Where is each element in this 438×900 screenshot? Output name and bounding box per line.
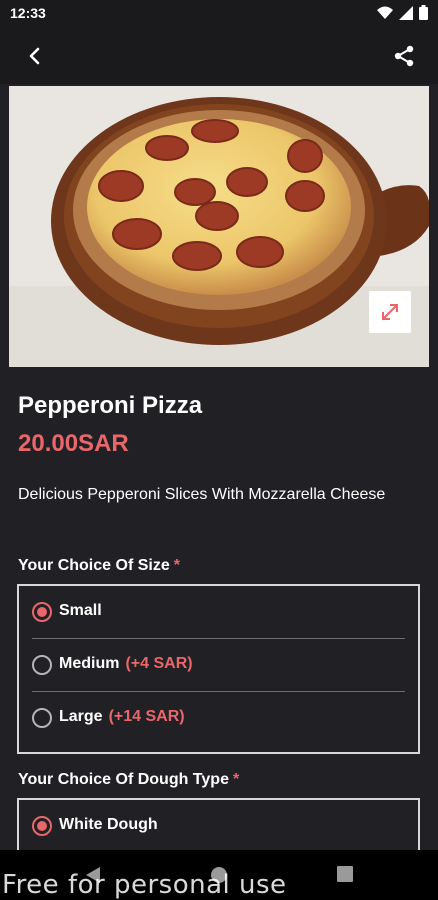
option-extra-price: (+14 SAR): [108, 708, 185, 725]
option-label: Medium (+4 SAR): [59, 655, 193, 672]
share-button[interactable]: [390, 42, 418, 70]
expand-icon: [382, 304, 398, 320]
pizza-illustration: [9, 86, 429, 367]
watermark-text: Free for personal use: [2, 870, 287, 900]
product-price: 20.00SAR: [18, 430, 129, 457]
radio-unselected-icon: [32, 655, 52, 675]
size-option-small[interactable]: Small: [19, 586, 418, 638]
option-extra-price: (+4 SAR): [125, 655, 193, 672]
option-label: Large (+14 SAR): [59, 708, 185, 725]
required-mark: *: [173, 557, 180, 574]
product-image: [9, 86, 429, 367]
chevron-left-icon: [29, 47, 40, 65]
size-options: Small Medium (+4 SAR) Large (+14 SAR): [17, 584, 420, 754]
expand-image-button[interactable]: [369, 291, 411, 333]
size-group-title: Your Choice Of Size: [18, 557, 170, 574]
status-time: 12:33: [10, 5, 46, 21]
size-group-label: Your Choice Of Size *: [18, 557, 180, 575]
radio-selected-icon: [32, 602, 52, 622]
option-label: Small: [59, 602, 102, 619]
wifi-icon: [377, 6, 393, 19]
nav-recents-icon[interactable]: [337, 866, 353, 882]
share-icon: [394, 45, 414, 67]
battery-icon: [419, 5, 428, 20]
radio-unselected-icon: [32, 708, 52, 728]
product-title: Pepperoni Pizza: [18, 392, 203, 419]
size-option-large[interactable]: Large (+14 SAR): [19, 692, 418, 744]
app-bar: [0, 28, 438, 84]
size-option-medium[interactable]: Medium (+4 SAR): [19, 639, 418, 691]
status-bar: 12:33: [0, 0, 438, 28]
radio-selected-icon: [32, 816, 52, 836]
required-mark: *: [232, 771, 240, 788]
dough-group-label: Your Choice Of Dough Type *: [18, 771, 239, 789]
dough-group-title: Your Choice Of Dough Type: [18, 771, 229, 788]
dough-option-white[interactable]: White Dough: [19, 800, 418, 852]
status-icons: [377, 5, 428, 20]
signal-icon: [399, 5, 413, 20]
back-button[interactable]: [20, 42, 48, 70]
option-label: White Dough: [59, 816, 158, 833]
product-description: Delicious Pepperoni Slices With Mozzarel…: [18, 486, 386, 503]
